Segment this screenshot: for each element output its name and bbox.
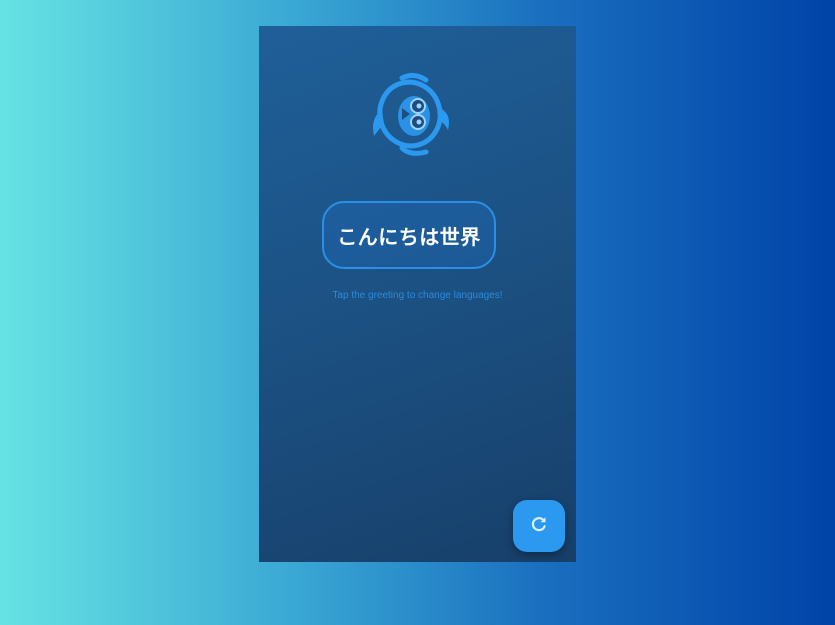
refresh-button[interactable] bbox=[513, 500, 565, 552]
app-screen: こんにちは世界 Tap the greeting to change langu… bbox=[259, 26, 576, 562]
refresh-icon bbox=[529, 514, 549, 539]
mascot-logo-icon bbox=[362, 70, 454, 162]
greeting-button[interactable]: こんにちは世界 bbox=[322, 201, 496, 269]
hint-text: Tap the greeting to change languages! bbox=[332, 290, 503, 301]
greeting-text: こんにちは世界 bbox=[337, 224, 481, 249]
